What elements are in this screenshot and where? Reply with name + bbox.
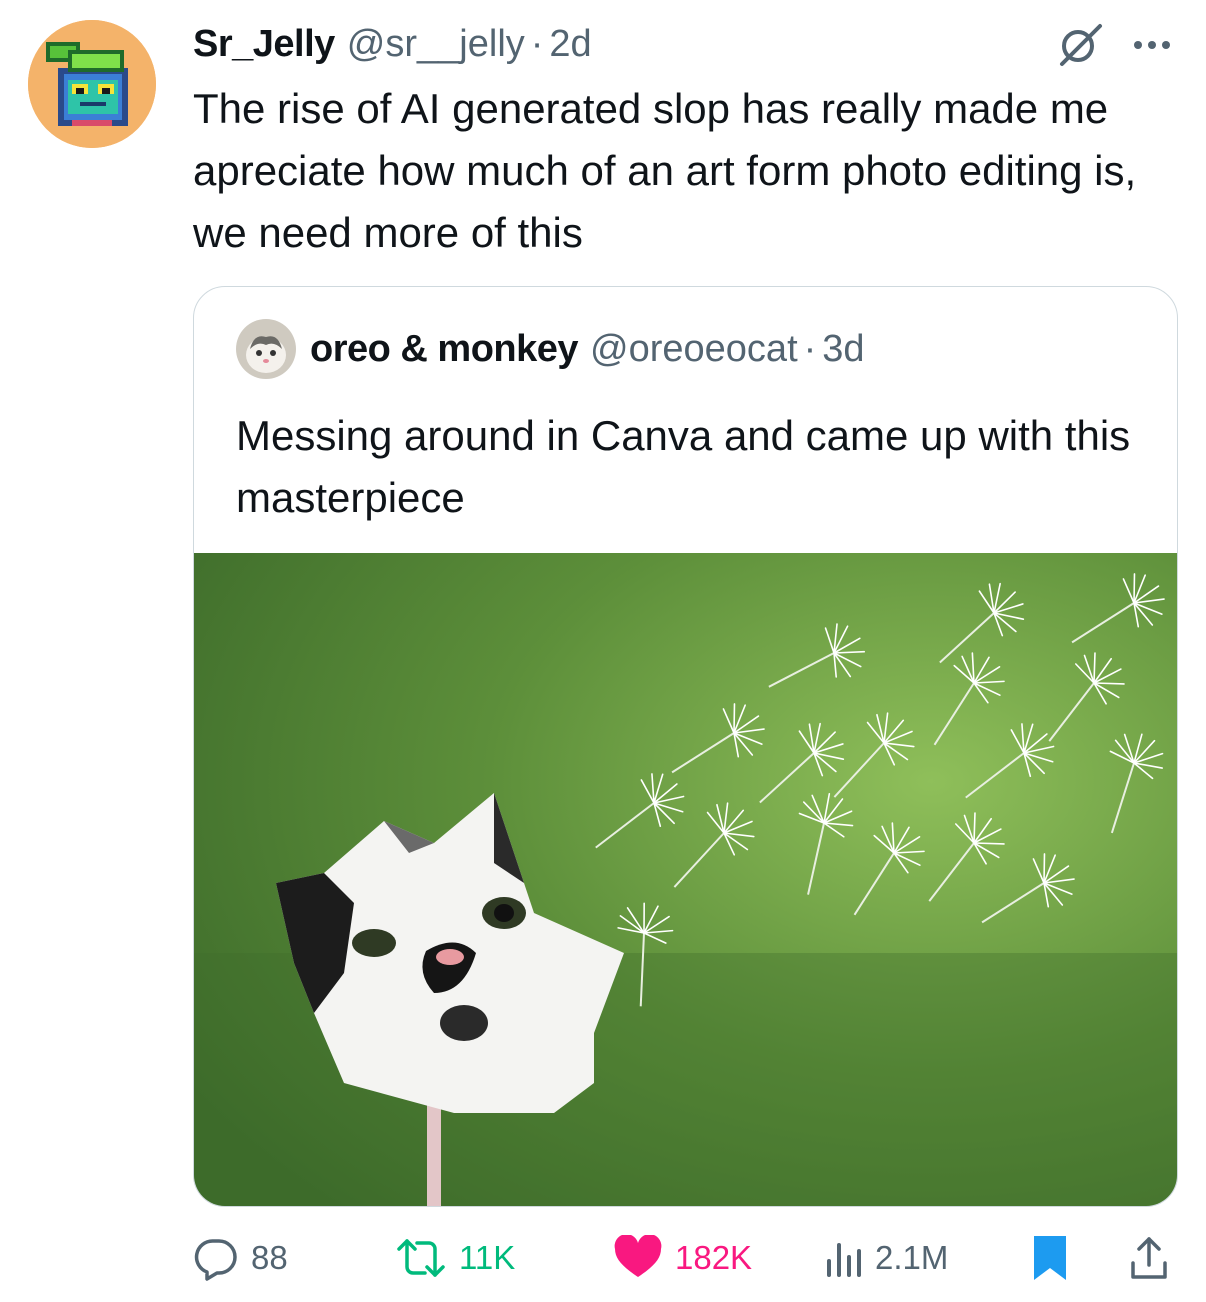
separator-dot: · (530, 22, 544, 65)
share-icon (1131, 1237, 1167, 1279)
quoted-photo[interactable] (194, 553, 1177, 1206)
repost-icon (397, 1239, 445, 1277)
share-button[interactable] (1127, 1228, 1171, 1288)
tweet-header: Sr_Jelly @sr__jelly · 2d (193, 18, 592, 70)
grok-icon[interactable] (1056, 20, 1104, 73)
quoted-avatar (236, 319, 296, 379)
quoted-tweet-age[interactable]: 3d (822, 328, 864, 371)
views-count: 2.1M (875, 1239, 949, 1276)
heart-icon (614, 1235, 662, 1277)
more-icon[interactable] (1132, 38, 1172, 56)
repost-count: 11K (459, 1239, 516, 1276)
tweet-age[interactable]: 2d (549, 23, 591, 66)
tweet-top-icons (1056, 20, 1172, 73)
like-button[interactable]: 182K (613, 1228, 752, 1288)
repost-button[interactable]: 11K (395, 1228, 515, 1288)
quoted-tweet[interactable]: oreo & monkey @oreoeocat · 3d Messing ar… (193, 286, 1178, 1207)
bookmark-icon (1034, 1236, 1066, 1280)
quoted-text: Messing around in Canva and came up with… (236, 412, 1131, 521)
quoted-header: oreo & monkey @oreoeocat · 3d (236, 319, 865, 379)
author-name[interactable]: Sr_Jelly (193, 23, 335, 66)
views-icon (827, 1243, 861, 1277)
tweet-actions: 88 11K 182K 2.1M (193, 1228, 1178, 1288)
reply-count: 88 (251, 1239, 288, 1276)
quoted-author-name[interactable]: oreo & monkey (310, 328, 579, 371)
views-button[interactable]: 2.1M (823, 1228, 948, 1288)
author-avatar[interactable] (28, 20, 156, 148)
like-count: 182K (675, 1239, 753, 1276)
bookmark-button[interactable] (1031, 1228, 1069, 1288)
quoted-author-handle[interactable]: @oreoeocat (590, 328, 798, 371)
tweet-text: The rise of AI generated slop has really… (193, 85, 1137, 256)
author-handle[interactable]: @sr__jelly (347, 23, 525, 66)
reply-icon (194, 1239, 237, 1281)
reply-button[interactable]: 88 (193, 1228, 288, 1288)
quoted-separator-dot: · (803, 327, 817, 370)
